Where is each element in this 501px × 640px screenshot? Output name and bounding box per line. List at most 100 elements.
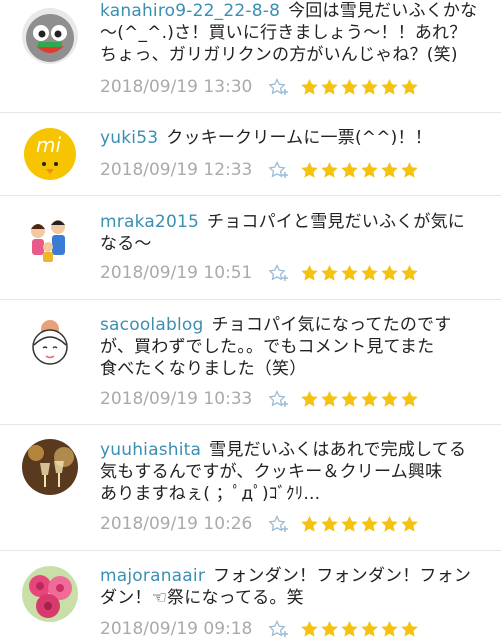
star-icon	[361, 161, 378, 178]
username-link[interactable]: mraka2015	[100, 212, 199, 232]
rating-stars	[300, 161, 419, 179]
comment-text: ちょっ、ガリガリクンの方がいんじゃね？(笑)	[100, 45, 458, 65]
star-icon	[361, 620, 378, 637]
wine-glasses-avatar-image	[22, 439, 78, 495]
username-link[interactable]: kanahiro9-22_22-8-8	[100, 1, 280, 21]
comment-body: yuki53 クッキークリームに一票(^^)！！	[100, 127, 490, 149]
star-icon	[361, 390, 378, 407]
rating-stars	[300, 78, 419, 96]
rating-stars	[300, 515, 419, 533]
comment-body: kanahiro9-22_22-8-8 今回は雪見だいふくかな ～(^_^.)さ！…	[100, 0, 490, 66]
comment-body: majoranaair フォンダン！フォンダン！フォン ダン！☜祭になってる。笑	[100, 565, 490, 609]
star-icon	[361, 264, 378, 281]
star-icon	[381, 515, 398, 532]
star-icon	[381, 264, 398, 281]
star-icon	[321, 264, 338, 281]
comment-text: ありますねぇ( ；ﾟдﾟ)ｺﾞｸﾘ...	[100, 484, 321, 504]
divider	[0, 195, 501, 196]
star-icon	[341, 161, 358, 178]
comment-meta: 2018/09/19 10:26	[100, 513, 419, 535]
star-icon	[341, 515, 358, 532]
star-icon	[301, 515, 318, 532]
favorite-star-plus-icon[interactable]	[268, 264, 290, 282]
star-icon	[321, 515, 338, 532]
star-icon	[401, 390, 418, 407]
comment-date: 2018/09/19 12:33	[100, 160, 253, 180]
avatar[interactable]	[22, 315, 78, 371]
avatar[interactable]	[22, 566, 78, 622]
comment-meta: 2018/09/19 13:30	[100, 76, 419, 98]
comment-text: 雪見だいふくはあれで完成してる	[209, 440, 467, 460]
star-icon	[401, 515, 418, 532]
favorite-star-plus-icon[interactable]	[268, 161, 290, 179]
star-icon	[401, 620, 418, 637]
star-icon	[381, 620, 398, 637]
username-link[interactable]: yuki53	[100, 128, 158, 148]
rating-stars	[300, 390, 419, 408]
comment-body: yuuhiashita 雪見だいふくはあれで完成してる 気もするんですが、クッキー…	[100, 439, 490, 505]
comment-text: チョコパイと雪見だいふくが気に	[207, 212, 465, 232]
roses-avatar-image	[22, 566, 78, 622]
comment-date: 2018/09/19 13:30	[100, 77, 253, 97]
divider	[0, 299, 501, 300]
robot-avatar-image	[22, 8, 78, 64]
star-icon	[341, 390, 358, 407]
star-icon	[301, 78, 318, 95]
comment-meta: 2018/09/19 12:33	[100, 159, 419, 181]
star-icon	[341, 620, 358, 637]
star-icon	[401, 161, 418, 178]
star-icon	[361, 78, 378, 95]
comment-text: 今回は雪見だいふくかな	[288, 1, 478, 21]
chick-avatar-image: mi	[22, 124, 78, 180]
comment-text: チョコパイ気になってたのです	[211, 315, 452, 335]
favorite-star-plus-icon[interactable]	[268, 620, 290, 638]
divider	[0, 550, 501, 551]
star-icon	[321, 161, 338, 178]
star-icon	[301, 264, 318, 281]
avatar[interactable]	[22, 209, 78, 265]
star-icon	[321, 390, 338, 407]
star-icon	[381, 161, 398, 178]
comment-text: なる～	[100, 234, 152, 254]
favorite-star-plus-icon[interactable]	[268, 390, 290, 408]
girl-avatar-image	[22, 315, 78, 371]
divider	[0, 112, 501, 113]
star-icon	[301, 390, 318, 407]
star-icon	[361, 515, 378, 532]
rating-stars	[300, 620, 419, 638]
comment-text: ～(^_^.)さ！買いに行きましょう～！！あれ？	[100, 23, 467, 43]
star-icon	[301, 161, 318, 178]
divider	[0, 424, 501, 425]
star-icon	[401, 264, 418, 281]
star-icon	[381, 390, 398, 407]
comment-text: 気もするんですが、クッキー＆クリーム興味	[100, 462, 443, 482]
rating-stars	[300, 264, 419, 282]
star-icon	[341, 78, 358, 95]
username-link[interactable]: majoranaair	[100, 566, 205, 586]
comment-body: sacoolablog チョコパイ気になってたのです が、買わずでした。。でもコメ…	[100, 314, 490, 380]
comment-body: mraka2015 チョコパイと雪見だいふくが気に なる～	[100, 211, 490, 255]
star-icon	[321, 620, 338, 637]
comment-text: が、買わずでした。。でもコメント見てまた	[100, 337, 435, 357]
star-icon	[381, 78, 398, 95]
star-icon	[341, 264, 358, 281]
comment-date: 2018/09/19 09:18	[100, 619, 253, 639]
comment-text: フォンダン！フォンダン！フォン	[213, 566, 472, 586]
star-icon	[301, 620, 318, 637]
avatar[interactable]	[22, 8, 78, 64]
avatar[interactable]	[22, 439, 78, 495]
username-link[interactable]: sacoolablog	[100, 315, 203, 335]
favorite-star-plus-icon[interactable]	[268, 515, 290, 533]
svg-text:mi: mi	[36, 133, 61, 157]
favorite-star-plus-icon[interactable]	[268, 78, 290, 96]
avatar[interactable]: mi	[22, 124, 78, 180]
comment-meta: 2018/09/19 09:18	[100, 618, 419, 640]
comment-meta: 2018/09/19 10:33	[100, 388, 419, 410]
comment-text: 食べたくなりました（笑）	[100, 359, 307, 379]
star-icon	[401, 78, 418, 95]
comment-date: 2018/09/19 10:33	[100, 389, 253, 409]
family-avatar-image	[22, 209, 78, 265]
username-link[interactable]: yuuhiashita	[100, 440, 201, 460]
star-icon	[321, 78, 338, 95]
comment-text: ダン！☜祭になってる。笑	[100, 588, 304, 608]
